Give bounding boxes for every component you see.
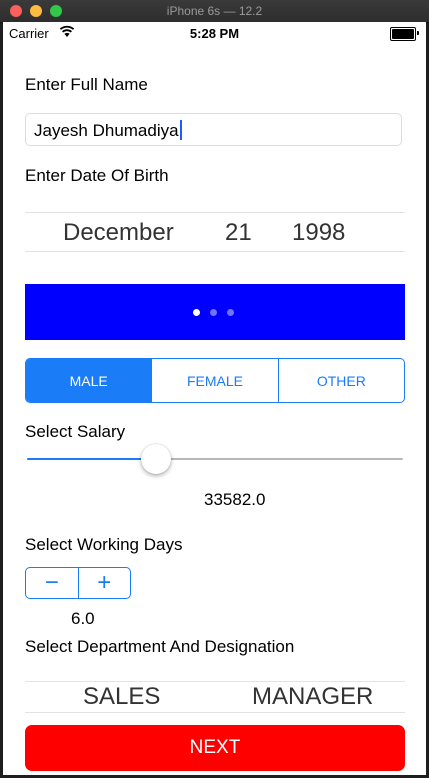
full-name-value: Jayesh Dhumadiya bbox=[34, 121, 179, 140]
working-days-label: Select Working Days bbox=[25, 535, 183, 554]
picker-day[interactable]: 21 bbox=[225, 219, 252, 247]
working-days-value: 6.0 bbox=[71, 609, 95, 628]
picker-designation[interactable]: MANAGER bbox=[252, 683, 373, 711]
picker-bottom-divider bbox=[25, 712, 405, 713]
picker-top-divider bbox=[25, 681, 405, 682]
gender-segmented-control[interactable]: MALE FEMALE OTHER bbox=[25, 358, 405, 403]
page-dot[interactable] bbox=[210, 309, 217, 316]
picker-department[interactable]: SALES bbox=[83, 683, 160, 711]
picker-year[interactable]: 1998 bbox=[292, 219, 345, 247]
segment-other[interactable]: OTHER bbox=[277, 359, 404, 402]
picker-month[interactable]: December bbox=[63, 219, 174, 247]
device-screen: Carrier 5:28 PM Enter Full Name Jayesh D… bbox=[3, 22, 426, 775]
salary-label: Select Salary bbox=[25, 422, 126, 441]
department-label: Select Department And Designation bbox=[25, 637, 295, 656]
slider-track-filled[interactable] bbox=[27, 458, 155, 460]
simulator-title-bar: iPhone 6s — 12.2 bbox=[0, 0, 429, 23]
full-name-label: Enter Full Name bbox=[25, 75, 148, 94]
increment-button[interactable]: + bbox=[77, 568, 131, 598]
date-of-birth-label: Enter Date Of Birth bbox=[25, 166, 169, 185]
window-title: iPhone 6s — 12.2 bbox=[166, 4, 263, 18]
working-days-stepper[interactable]: − + bbox=[25, 567, 131, 599]
slider-track[interactable] bbox=[155, 458, 403, 460]
status-time: 5:28 PM bbox=[189, 26, 240, 41]
picker-top-divider bbox=[25, 212, 405, 213]
page-view[interactable] bbox=[25, 284, 405, 340]
slider-thumb[interactable] bbox=[141, 444, 171, 474]
full-name-field[interactable]: Jayesh Dhumadiya bbox=[25, 113, 402, 146]
page-dot-active[interactable] bbox=[193, 309, 200, 316]
segment-female[interactable]: FEMALE bbox=[151, 359, 277, 402]
next-button[interactable]: NEXT bbox=[25, 725, 405, 771]
status-bar: Carrier 5:28 PM bbox=[3, 22, 426, 44]
salary-value: 33582.0 bbox=[204, 490, 266, 509]
segment-male[interactable]: MALE bbox=[26, 359, 152, 402]
picker-bottom-divider bbox=[25, 251, 405, 252]
text-cursor bbox=[179, 120, 182, 140]
battery-icon bbox=[390, 27, 419, 41]
decrement-button[interactable]: − bbox=[26, 568, 78, 598]
page-dot[interactable] bbox=[227, 309, 234, 316]
